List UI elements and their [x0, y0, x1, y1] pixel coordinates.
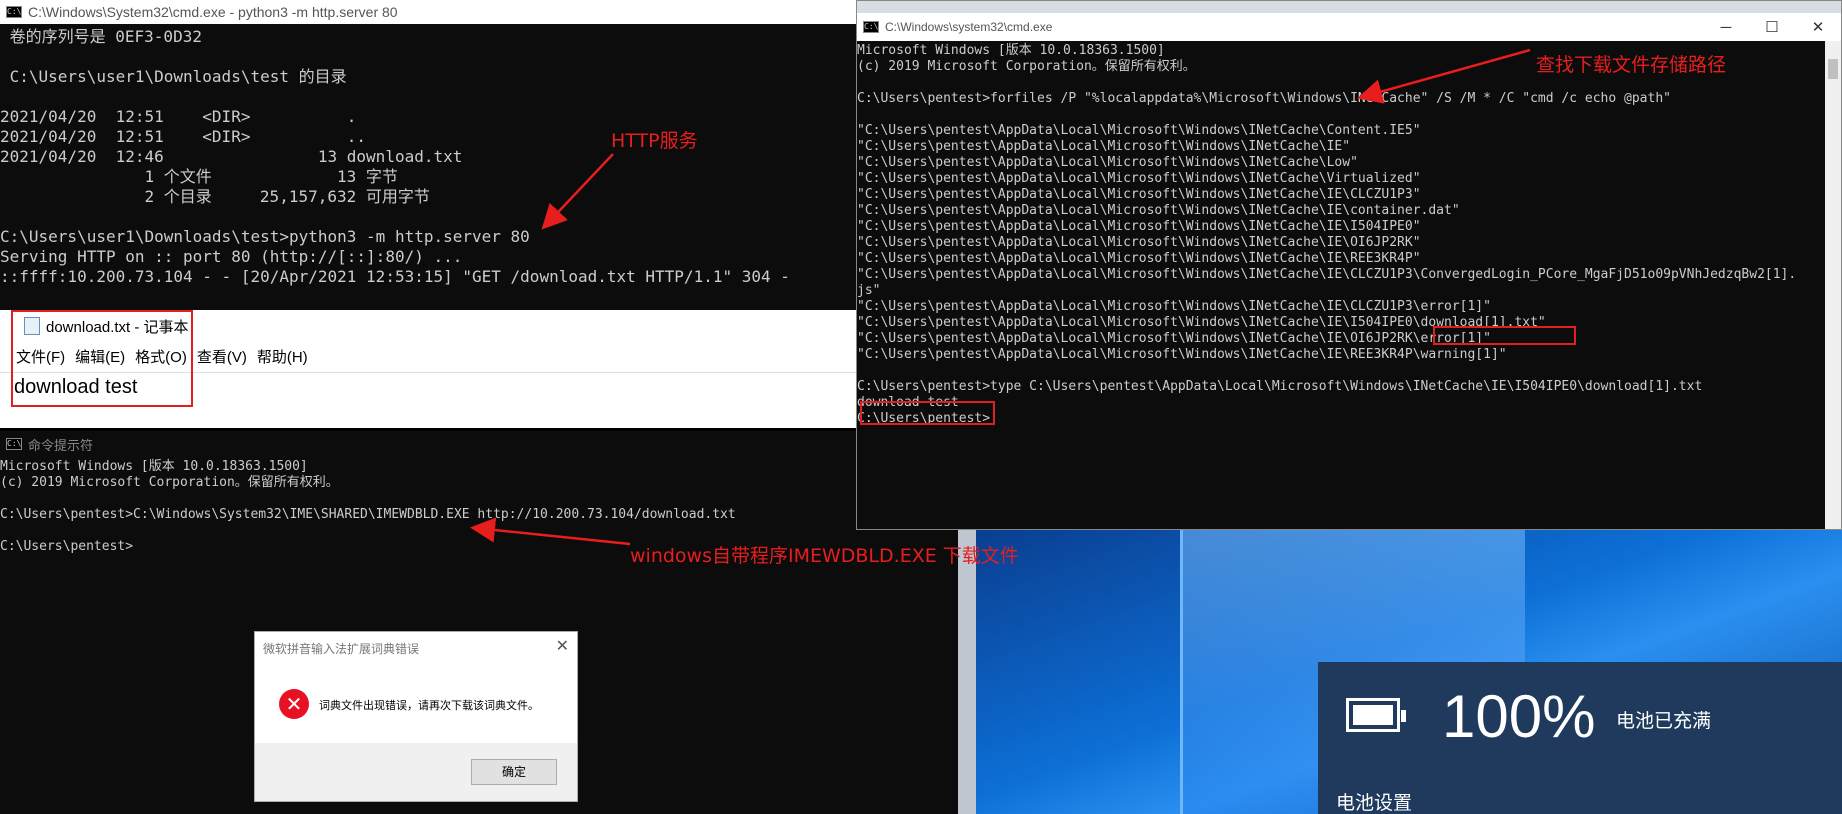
right-cmd-title: C:\Windows\system32\cmd.exe	[885, 20, 1053, 34]
terminal-line: "C:\Users\pentest\AppData\Local\Microsof…	[857, 187, 1421, 202]
http-server-titlebar[interactable]: C:\ C:\Windows\System32\cmd.exe - python…	[0, 0, 856, 24]
ime-error-dialog: 微软拼音输入法扩展词典错误 ✕ ✕ 词典文件出现错误，请再次下载该词典文件。 确…	[254, 631, 578, 802]
dialog-title: 微软拼音输入法扩展词典错误	[263, 642, 420, 656]
left-gray-strip	[958, 530, 976, 814]
terminal-line: "C:\Users\pentest\AppData\Local\Microsof…	[857, 251, 1421, 266]
terminal-line: C:\Users\user1\Downloads\test 的目录	[0, 67, 347, 86]
terminal-line: 2021/04/20 12:51 <DIR> .	[0, 107, 357, 126]
close-icon[interactable]: ✕	[556, 636, 569, 656]
terminal-output: Microsoft Windows [版本 10.0.18363.1500] (c…	[857, 43, 1825, 427]
terminal-line: "C:\Users\pentest\AppData\Local\Microsof…	[857, 171, 1421, 186]
annotation-http-service: HTTP服务	[611, 130, 698, 152]
terminal-line: "C:\Users\pentest\AppData\Local\Microsof…	[857, 347, 1507, 362]
right-cmd-titlebar[interactable]: C:\ C:\Windows\system32\cmd.exe ─ ☐ ✕	[857, 13, 1841, 41]
terminal-line: "C:\Users\pentest\AppData\Local\Microsof…	[857, 155, 1358, 170]
terminal-line: C:\Users\pentest>type C:\Users\pentest\A…	[857, 379, 1703, 394]
annotation-imewdbld: windows自带程序IMEWDBLD.EXE 下载文件	[630, 545, 1019, 567]
command-prompt-title: 命令提示符	[28, 437, 94, 453]
terminal-line: "C:\Users\pentest\AppData\Local\Microsof…	[857, 219, 1421, 234]
menu-view[interactable]: 查看(V)	[197, 346, 247, 367]
window-title: C:\Windows\System32\cmd.exe - python3 -m…	[28, 4, 398, 20]
scrollbar-thumb[interactable]	[1828, 59, 1838, 79]
terminal-line: C:\Users\user1\Downloads\test>python3 -m…	[0, 227, 530, 246]
battery-settings-link[interactable]: 电池设置	[1336, 788, 1412, 814]
menu-help[interactable]: 帮助(H)	[257, 346, 308, 367]
battery-flyout: 100% 电池已充满 电池设置	[1318, 662, 1842, 814]
dialog-message: 词典文件出现错误，请再次下载该词典文件。	[319, 699, 539, 712]
ok-button[interactable]: 确定	[471, 759, 557, 785]
download-test-highlight-box	[860, 401, 995, 425]
maximize-icon[interactable]: ☐	[1749, 18, 1795, 36]
close-icon[interactable]: ✕	[1795, 18, 1841, 36]
terminal-line: 卷的序列号是 0EF3-0D32	[0, 27, 202, 46]
error-icon: ✕	[279, 689, 309, 719]
terminal-line: js"	[857, 283, 881, 298]
terminal-line: 2021/04/20 12:51 <DIR> ..	[0, 127, 367, 146]
battery-status: 电池已充满	[1616, 710, 1712, 732]
http-server-cmd-window: C:\ C:\Windows\System32\cmd.exe - python…	[0, 0, 856, 310]
command-prompt-titlebar[interactable]: C:\ 命令提示符	[0, 431, 958, 457]
annotation-find-path: 查找下载文件存储路径	[1536, 54, 1727, 76]
terminal-line: Serving HTTP on :: port 80 (http://[::]:…	[0, 247, 463, 266]
terminal-line: 2 个目录 25,157,632 可用字节	[0, 187, 430, 206]
notepad-highlight-box	[11, 310, 193, 407]
minimize-icon[interactable]: ─	[1703, 19, 1749, 36]
terminal-line: ::ffff:10.200.73.104 - - [20/Apr/2021 12…	[0, 267, 790, 286]
terminal-line: "C:\Users\pentest\AppData\Local\Microsof…	[857, 299, 1491, 314]
battery-percent: 100%	[1442, 683, 1596, 750]
terminal-line: "C:\Users\pentest\AppData\Local\Microsof…	[857, 267, 1797, 282]
terminal-line: "C:\Users\pentest\AppData\Local\Microsof…	[857, 123, 1421, 138]
cmd-icon: C:\	[863, 21, 879, 33]
terminal-line: "C:\Users\pentest\AppData\Local\Microsof…	[857, 235, 1421, 250]
terminal-output: 卷的序列号是 0EF3-0D32 C:\Users\user1\Download…	[0, 27, 856, 287]
battery-icon	[1346, 698, 1406, 732]
terminal-line: download test	[857, 395, 959, 410]
terminal-line: (c) 2019 Microsoft Corporation。保留所有权利。	[0, 475, 339, 490]
terminal-line: "C:\Users\pentest\AppData\Local\Microsof…	[857, 139, 1351, 154]
cmd-icon: C:\	[6, 6, 22, 18]
terminal-line: C:\Users\pentest>	[857, 411, 991, 426]
terminal-line: C:\Users\pentest>forfiles /P "%localappd…	[857, 91, 1671, 106]
cmd-icon: C:\	[6, 438, 22, 450]
terminal-line: 2021/04/20 12:46 13 download.txt	[0, 147, 463, 166]
terminal-line: "C:\Users\pentest\AppData\Local\Microsof…	[857, 331, 1491, 346]
terminal-line: "C:\Users\pentest\AppData\Local\Microsof…	[857, 315, 1546, 330]
terminal-line: Microsoft Windows [版本 10.0.18363.1500]	[0, 459, 308, 474]
download-txt-highlight-box	[1433, 326, 1576, 345]
terminal-line: 1 个文件 13 字节	[0, 167, 398, 186]
terminal-line: "C:\Users\pentest\AppData\Local\Microsof…	[857, 203, 1460, 218]
terminal-line: C:\Users\pentest>C:\Windows\System32\IME…	[0, 507, 736, 522]
vertical-scrollbar[interactable]	[1825, 41, 1841, 529]
taskbar-tabs-strip	[857, 1, 1841, 13]
right-cmd-window: C:\ C:\Windows\system32\cmd.exe ─ ☐ ✕ Mi…	[856, 0, 1842, 530]
